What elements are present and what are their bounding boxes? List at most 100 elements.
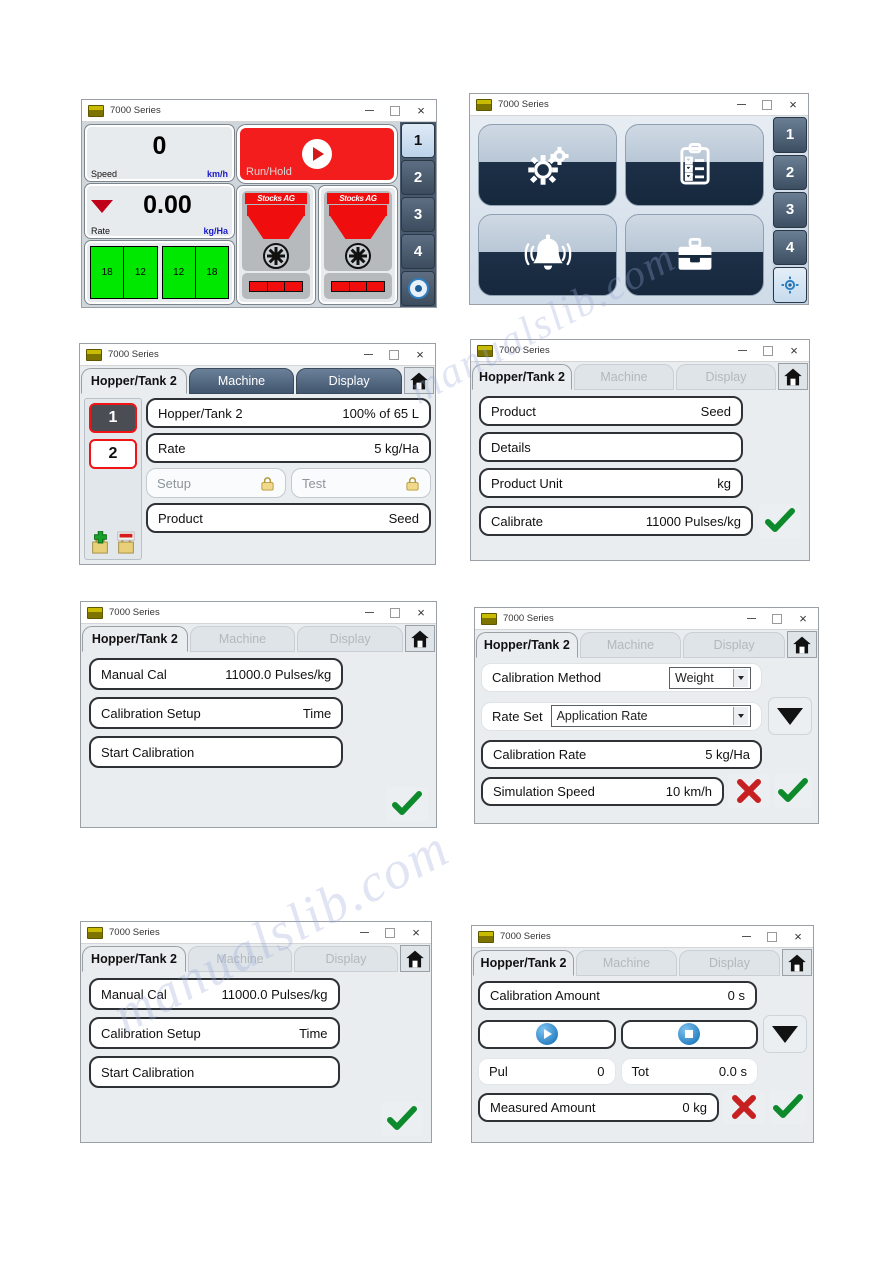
section-group-right[interactable]: 12 18 (161, 246, 229, 299)
row-rate-set[interactable]: Rate Set Application Rate (481, 701, 762, 731)
row-calibrate[interactable]: Calibrate 11000 Pulses/kg (479, 506, 753, 536)
row-setup-locked[interactable]: Setup (146, 468, 286, 498)
section-cell[interactable]: 12 (124, 247, 157, 298)
confirm-button[interactable] (769, 1090, 807, 1124)
rate-set-select[interactable]: Application Rate (550, 705, 751, 727)
eye-icon[interactable] (401, 271, 435, 306)
tab-bar[interactable]: Hopper/Tank 2 Machine Display (81, 624, 436, 652)
tab-hopper-tank-2[interactable]: Hopper/Tank 2 (82, 626, 188, 652)
side-button-2[interactable]: 2 (773, 154, 807, 191)
menu-tile-tasks[interactable] (625, 124, 764, 206)
tab-display[interactable]: Display (676, 364, 776, 390)
hopper-select-1[interactable]: 1 (89, 403, 137, 433)
hopper-graphic-1[interactable]: Stocks AG (237, 186, 315, 304)
window-product-screen[interactable]: 7000 Series × Hopper/Tank 2 Machine Disp… (470, 339, 810, 561)
tab-bar[interactable]: Hopper/Tank 2 Machine Display (475, 630, 818, 658)
remove-hopper-locked-icon[interactable] (115, 531, 137, 555)
window-controls[interactable]: × (355, 345, 433, 365)
tab-machine[interactable]: Machine (188, 368, 295, 394)
home-icon[interactable] (782, 949, 812, 976)
cancel-button[interactable] (723, 1090, 765, 1124)
cancel-button[interactable] (728, 774, 770, 808)
chevron-down-icon[interactable] (733, 707, 748, 725)
down-arrow-button[interactable] (768, 697, 812, 735)
row-hopper-tank-2[interactable]: Hopper/Tank 2 100% of 65 L (146, 398, 431, 428)
side-button-3[interactable]: 3 (773, 192, 807, 228)
minimize-button[interactable] (733, 927, 759, 947)
tab-display[interactable]: Display (294, 946, 398, 972)
window-controls[interactable]: × (733, 927, 811, 947)
tab-bar[interactable]: Hopper/Tank 2 Machine Display (80, 366, 435, 394)
maximize-button[interactable] (382, 101, 408, 121)
minimize-button[interactable] (728, 95, 754, 115)
side-button-4[interactable]: 4 (773, 229, 807, 266)
row-manual-cal[interactable]: Manual Cal 11000.0 Pulses/kg (89, 978, 340, 1010)
close-button[interactable]: × (403, 923, 429, 943)
window-controls[interactable]: × (351, 923, 429, 943)
side-button-3[interactable]: 3 (401, 197, 435, 232)
run-side-buttons[interactable]: 1 2 3 4 (400, 122, 436, 307)
minimize-button[interactable] (356, 603, 382, 623)
section-cell[interactable]: 18 (195, 247, 228, 298)
row-test-locked[interactable]: Test (291, 468, 431, 498)
maximize-button[interactable] (382, 603, 408, 623)
minimize-button[interactable] (738, 609, 764, 629)
window-controls[interactable]: × (738, 609, 816, 629)
tab-hopper-tank-2[interactable]: Hopper/Tank 2 (476, 632, 578, 658)
maximize-button[interactable] (381, 345, 407, 365)
home-icon[interactable] (400, 945, 430, 972)
tab-machine[interactable]: Machine (189, 626, 296, 652)
home-icon[interactable] (787, 631, 818, 658)
window-hopper-tank-main[interactable]: 7000 Series × Hopper/Tank 2 Machine Disp… (79, 343, 436, 565)
tab-display[interactable]: Display (297, 626, 404, 652)
tab-hopper-tank-2[interactable]: Hopper/Tank 2 (472, 364, 572, 390)
row-product[interactable]: Product Seed (479, 396, 744, 426)
chevron-down-icon[interactable] (733, 668, 748, 687)
row-rate[interactable]: Rate 5 kg/Ha (146, 433, 431, 463)
window-calibration-run[interactable]: 7000 Series × Hopper/Tank 2 Machine Disp… (471, 925, 814, 1143)
close-button[interactable]: × (781, 341, 807, 361)
add-hopper-locked-icon[interactable] (89, 531, 111, 555)
section-cell[interactable]: 12 (162, 247, 196, 298)
stop-calibration-button[interactable] (620, 1019, 758, 1049)
side-button-1[interactable]: 1 (773, 117, 807, 153)
row-start-calibration[interactable]: Start Calibration (89, 736, 344, 768)
hopper-graphic-2[interactable]: Stocks AG (319, 186, 397, 304)
tab-machine[interactable]: Machine (579, 632, 682, 658)
confirm-button[interactable] (759, 504, 801, 538)
window-menu-screen[interactable]: 7000 Series × 1 2 3 4 (469, 93, 809, 305)
row-calibration-setup[interactable]: Calibration Setup Time (89, 697, 344, 729)
row-product[interactable]: Product Seed (146, 503, 431, 533)
close-button[interactable]: × (785, 927, 811, 947)
minimize-button[interactable] (351, 923, 377, 943)
maximize-button[interactable] (754, 95, 780, 115)
home-icon[interactable] (778, 363, 808, 390)
close-button[interactable]: × (780, 95, 806, 115)
home-icon[interactable] (404, 367, 435, 394)
side-button-2[interactable]: 2 (401, 160, 435, 195)
tab-machine[interactable]: Machine (574, 364, 674, 390)
row-start-calibration[interactable]: Start Calibration (89, 1056, 340, 1088)
minimize-button[interactable] (356, 101, 382, 121)
row-calibration-rate[interactable]: Calibration Rate 5 kg/Ha (481, 740, 762, 769)
tab-bar[interactable]: Hopper/Tank 2 Machine Display (81, 944, 431, 972)
row-calibration-method[interactable]: Calibration Method Weight (481, 663, 762, 692)
tab-display[interactable]: Display (296, 368, 403, 394)
window-controls[interactable]: × (356, 603, 434, 623)
side-button-1[interactable]: 1 (401, 123, 435, 158)
down-arrow-button[interactable] (763, 1015, 807, 1053)
tab-display[interactable]: Display (679, 950, 780, 976)
menu-side-buttons[interactable]: 1 2 3 4 (772, 116, 808, 304)
tab-display[interactable]: Display (683, 632, 786, 658)
home-icon[interactable] (405, 625, 436, 652)
row-measured-amount[interactable]: Measured Amount 0 kg (478, 1092, 719, 1122)
start-calibration-button[interactable] (478, 1019, 616, 1049)
maximize-button[interactable] (377, 923, 403, 943)
maximize-button[interactable] (755, 341, 781, 361)
confirm-button[interactable] (386, 787, 428, 821)
calibration-method-select[interactable]: Weight (669, 666, 751, 689)
maximize-button[interactable] (759, 927, 785, 947)
section-status-panel[interactable]: 18 12 12 18 (85, 241, 234, 304)
minimize-button[interactable] (729, 341, 755, 361)
window-run-screen[interactable]: 7000 Series × 0 Speed km/h 0.00 Rate kg/… (81, 99, 437, 308)
